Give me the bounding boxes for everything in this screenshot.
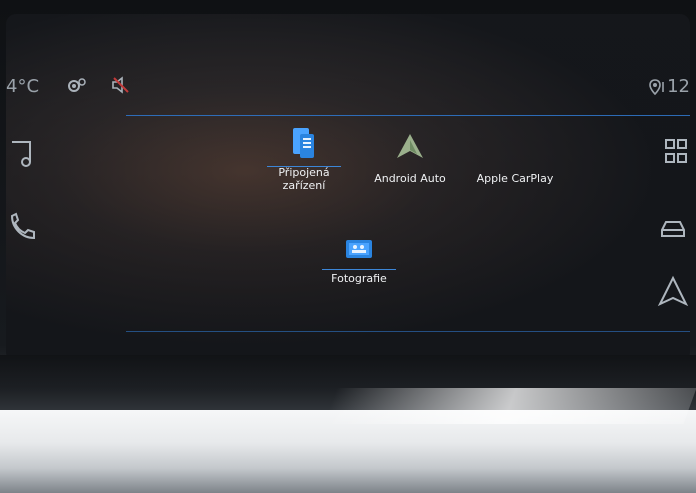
car-display-photo: 4°C 12 Připojená zařízení Android Auto A… <box>0 0 696 493</box>
app-apple-carplay[interactable]: Apple CarPlay <box>472 132 558 185</box>
app-underline <box>322 269 396 270</box>
settings-icon[interactable] <box>65 76 87 94</box>
top-divider <box>126 115 690 116</box>
left-quick-bar: 21 <box>6 124 66 344</box>
light-glare <box>323 388 696 424</box>
music-icon[interactable] <box>6 136 40 170</box>
app-connected-devices[interactable]: Připojená zařízení <box>261 126 347 192</box>
app-photos[interactable]: Fotografie <box>316 236 402 285</box>
clock: 12 <box>667 76 690 97</box>
app-label-line2: zařízení <box>282 179 326 192</box>
android-auto-icon <box>395 132 425 162</box>
app-android-auto[interactable]: Android Auto <box>367 132 453 185</box>
navigation-status-icon[interactable] <box>648 78 666 100</box>
outside-temperature: 4°C <box>6 76 40 97</box>
infotainment-screen: 4°C 12 Připojená zařízení Android Auto A… <box>6 14 690 362</box>
apps-grid-icon[interactable] <box>656 136 690 170</box>
app-underline <box>267 166 341 167</box>
photos-icon <box>342 236 376 262</box>
app-label-line1: Apple CarPlay <box>476 172 554 185</box>
mute-icon[interactable] <box>111 76 131 94</box>
phone-icon[interactable] <box>6 210 40 244</box>
navigation-icon[interactable] <box>656 274 690 308</box>
app-label-line1: Připojená <box>278 166 330 179</box>
connected-devices-icon <box>290 126 318 160</box>
status-bar: 4°C 12 <box>6 14 690 102</box>
bottom-divider <box>126 331 690 332</box>
app-label-line1: Android Auto <box>374 172 446 185</box>
car-icon[interactable] <box>656 210 690 244</box>
apple-carplay-icon <box>500 132 530 162</box>
right-quick-bar <box>630 124 690 344</box>
app-label-line1: Fotografie <box>331 272 387 285</box>
